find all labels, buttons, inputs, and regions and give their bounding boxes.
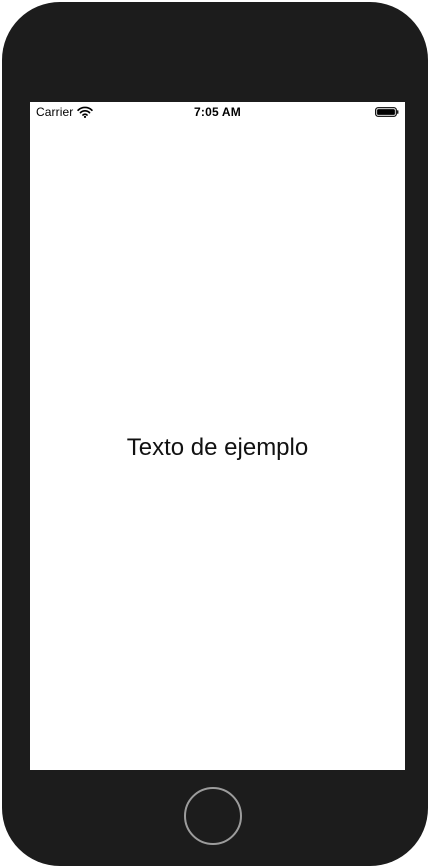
status-bar: Carrier 7:05 AM	[30, 102, 405, 122]
home-button[interactable]	[184, 787, 242, 845]
main-content: Texto de ejemplo	[30, 122, 405, 770]
phone-frame: Carrier 7:05 AM Texto de ejemplo	[2, 2, 428, 866]
status-time: 7:05 AM	[194, 105, 241, 119]
sample-text-label: Texto de ejemplo	[126, 434, 309, 461]
battery-icon	[375, 107, 399, 117]
phone-screen: Carrier 7:05 AM Texto de ejemplo	[30, 102, 405, 770]
